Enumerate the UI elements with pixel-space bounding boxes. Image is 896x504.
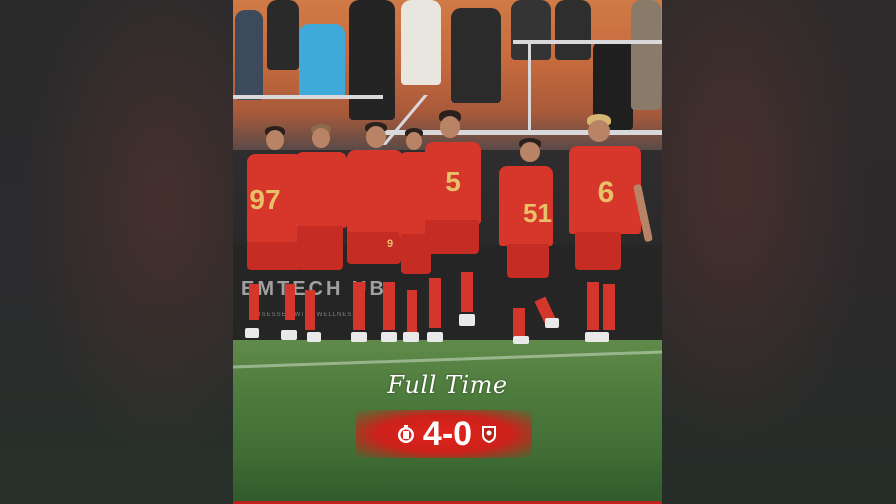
player-number: 97 [249, 184, 281, 215]
player-6: 6 [563, 114, 653, 346]
player-5: 5 [419, 110, 485, 344]
player-number: 9 [386, 238, 394, 250]
screen: EMTECH UB OBSESSED WITH WELLNESS 97 [0, 0, 896, 504]
full-time-headline: Full Time [387, 371, 508, 399]
blurred-backdrop-left [0, 0, 233, 504]
player-number: 5 [445, 166, 461, 197]
home-crest-icon [397, 424, 415, 444]
away-crest-icon [480, 424, 498, 444]
player-number: 6 [597, 176, 615, 209]
match-photo: EMTECH UB OBSESSED WITH WELLNESS 97 [233, 0, 662, 504]
player-9: 9 [345, 122, 405, 346]
final-score: 4-0 [422, 415, 473, 453]
player-51: 51 [495, 138, 559, 344]
player-celebrating-2 [291, 124, 351, 344]
player-number: 51 [523, 198, 552, 228]
blurred-backdrop-right [662, 0, 896, 504]
scoreline: 4-0 [233, 410, 662, 458]
